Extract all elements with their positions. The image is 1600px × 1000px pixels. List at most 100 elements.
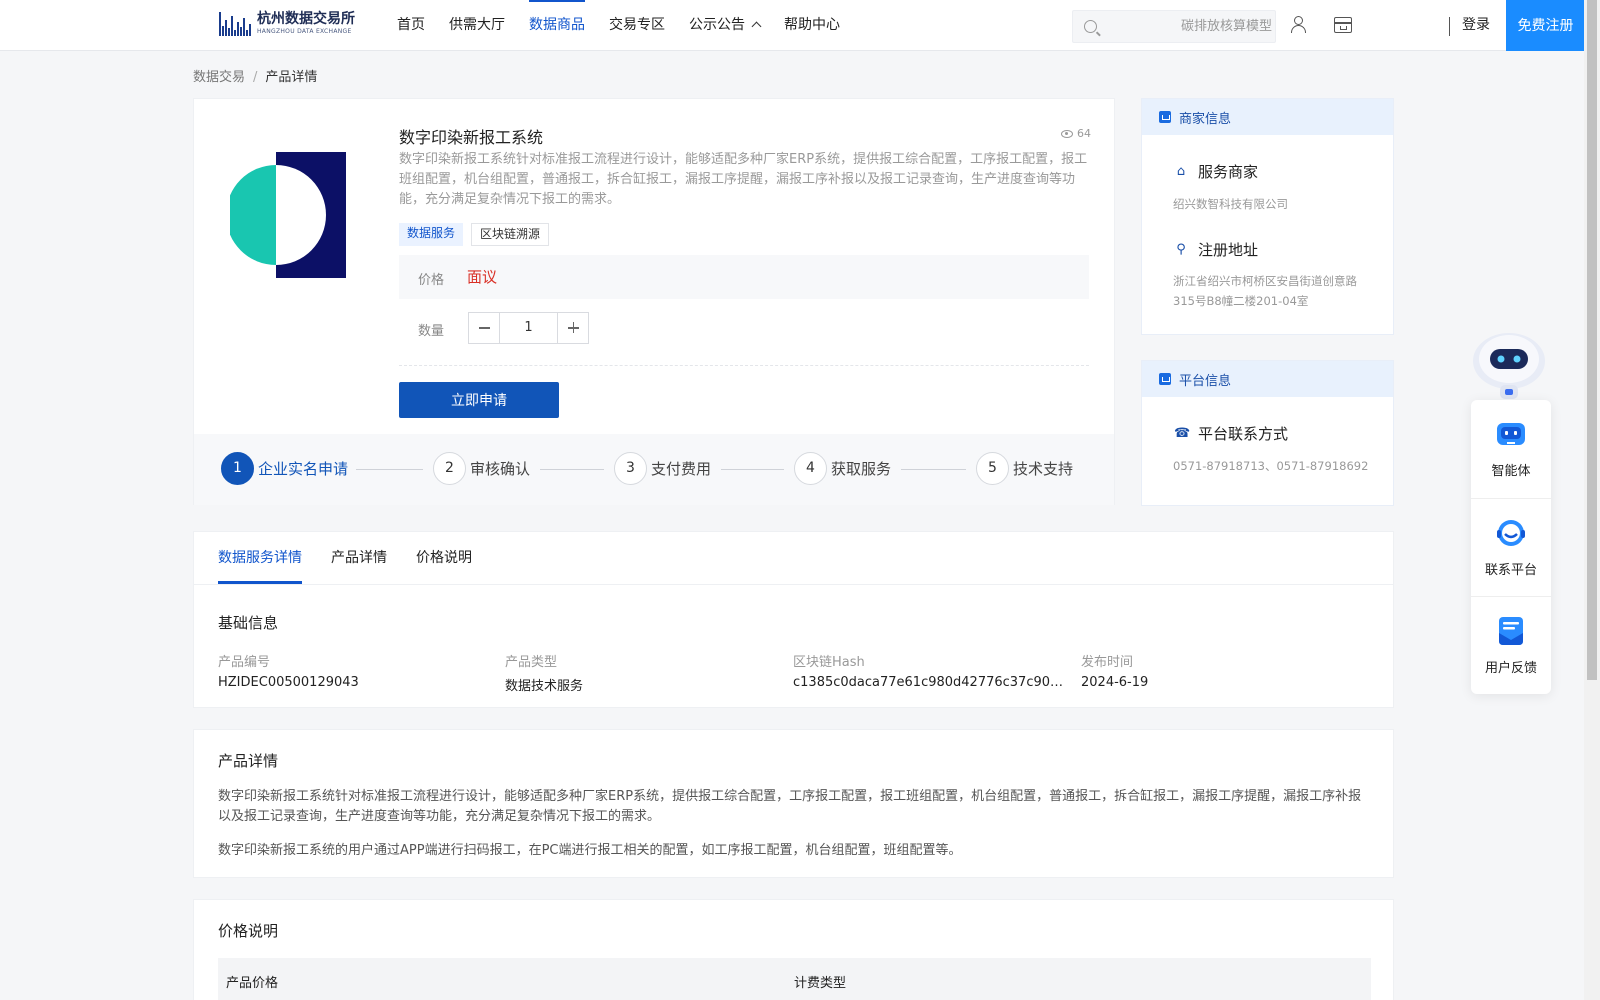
- price-explain-card: 价格说明 产品价格 计费类型: [193, 899, 1394, 1000]
- step-3-name: 支付费用: [651, 460, 712, 478]
- step-1-name: 企业实名申请: [258, 460, 349, 478]
- contact-title: ☎ 平台联系方式: [1174, 423, 1288, 444]
- platform-info-card: 平台信息 ☎ 平台联系方式 0571-87918713、0571-8791869…: [1141, 360, 1394, 506]
- nav-announcements-label: 公示公告: [689, 17, 745, 33]
- provider-name: 绍兴数智科技有限公司: [1173, 197, 1288, 211]
- info-label: 产品类型: [505, 655, 558, 670]
- product-detail-paragraph: 数字印染新报工系统的用户通过APP端进行扫码报工，在PC端进行报工相关的配置，如…: [218, 843, 962, 858]
- phone-icon: ☎: [1174, 426, 1191, 441]
- apply-now-button[interactable]: 立即申请: [399, 382, 559, 418]
- step-connector: [901, 469, 966, 470]
- quantity-decrease-button[interactable]: [469, 313, 500, 343]
- tab-data-service-detail[interactable]: 数据服务详情: [218, 532, 302, 584]
- detail-tabs-card: 数据服务详情 产品详情 价格说明 基础信息 产品编号 HZIDEC0050012…: [193, 531, 1394, 708]
- address-title: ⚲ 注册地址: [1174, 239, 1258, 260]
- merchant-info-title: 商家信息: [1179, 111, 1232, 127]
- user-icon[interactable]: [1290, 16, 1308, 34]
- price-value: 面议: [467, 268, 498, 286]
- logo-name-en: HANGZHOU DATA EXCHANGE: [257, 28, 352, 35]
- price-table-header: 产品价格 计费类型: [218, 958, 1371, 1000]
- search-input[interactable]: [1109, 11, 1274, 42]
- float-agent-label: 智能体: [1491, 464, 1531, 479]
- info-publish-date: 发布时间 2024-6-19: [1081, 651, 1148, 690]
- quantity-stepper: [468, 312, 589, 344]
- step-3-number: 3: [614, 452, 647, 485]
- info-label: 产品编号: [218, 655, 271, 670]
- product-detail-card: 产品详情 数字印染新报工系统针对标准报工流程进行设计，能够适配多种厂家ERP系统…: [193, 729, 1394, 878]
- site-logo[interactable]: 杭州数据交易所 HANGZHOU DATA EXCHANGE: [219, 11, 355, 36]
- logo-name-cn: 杭州数据交易所: [257, 11, 355, 27]
- nav-supply-demand[interactable]: 供需大厅: [449, 0, 505, 50]
- nav-trade-zone[interactable]: 交易专区: [609, 0, 665, 50]
- home-icon: ⌂: [1176, 164, 1186, 179]
- merchant-info-header: 商家信息: [1142, 99, 1393, 135]
- float-contact[interactable]: 联系平台: [1471, 498, 1551, 596]
- price-row: 价格 面议: [399, 255, 1089, 299]
- float-agent[interactable]: 智能体: [1471, 400, 1551, 498]
- nav-data-products[interactable]: 数据商品: [529, 0, 585, 50]
- float-feedback-label: 用户反馈: [1484, 661, 1537, 676]
- step-3: 3 支付费用: [614, 452, 711, 485]
- shop-icon[interactable]: [1334, 17, 1352, 33]
- step-connector: [721, 469, 784, 470]
- merchant-info-card: 商家信息 ⌂ 服务商家 绍兴数智科技有限公司 ⚲ 注册地址 浙江省绍兴市柯桥区安…: [1141, 98, 1394, 335]
- breadcrumb-separator: /: [253, 70, 258, 85]
- product-tags: 数据服务 区块链溯源: [399, 223, 550, 246]
- search-icon[interactable]: [1084, 20, 1097, 33]
- feedback-mail-icon: [1499, 617, 1523, 645]
- chevron-up-icon: [751, 21, 762, 32]
- scrollbar-thumb[interactable]: [1587, 0, 1597, 680]
- col-product-price: 产品价格: [226, 976, 279, 991]
- nav-help[interactable]: 帮助中心: [784, 0, 840, 50]
- address-label: 注册地址: [1198, 241, 1259, 259]
- price-label: 价格: [418, 273, 445, 288]
- eye-icon: [1061, 129, 1073, 138]
- view-count: 64: [1061, 127, 1091, 140]
- step-5: 5 技术支持: [976, 452, 1073, 485]
- step-connector: [540, 469, 604, 470]
- tab-product-detail[interactable]: 产品详情: [331, 532, 387, 584]
- breadcrumb-parent[interactable]: 数据交易: [193, 70, 245, 85]
- quantity-input[interactable]: [500, 313, 557, 343]
- tab-price-explain[interactable]: 价格说明: [416, 532, 472, 584]
- dashed-divider: [399, 365, 1089, 366]
- robot-assistant-icon[interactable]: [1470, 325, 1548, 403]
- address-text: 浙江省绍兴市柯桥区安昌街道创意路315号B8幢二楼201-04室: [1173, 274, 1357, 308]
- step-4-number: 4: [794, 452, 827, 485]
- location-pin-icon: ⚲: [1176, 242, 1186, 257]
- col-billing-type: 计费类型: [794, 976, 847, 991]
- info-value: c1385c0daca77e61c980d42776c37c9034...: [793, 675, 1068, 690]
- main-nav: 首页 供需大厅 数据商品 交易专区 公示公告 帮助中心: [397, 0, 864, 50]
- product-title: 数字印染新报工系统: [399, 128, 544, 147]
- contact-numbers: 0571-87918713、0571-87918692: [1173, 459, 1369, 473]
- nav-home[interactable]: 首页: [397, 0, 425, 50]
- float-feedback[interactable]: 用户反馈: [1471, 596, 1551, 694]
- provider-title: ⌂ 服务商家: [1174, 161, 1258, 182]
- top-header: 杭州数据交易所 HANGZHOU DATA EXCHANGE 首页 供需大厅 数…: [0, 0, 1585, 51]
- step-connector: [356, 469, 423, 470]
- step-4: 4 获取服务: [794, 452, 891, 485]
- tag-data-service: 数据服务: [399, 223, 464, 246]
- nav-announcements[interactable]: 公示公告: [689, 0, 762, 50]
- agent-bot-icon: [1497, 423, 1525, 445]
- info-product-type: 产品类型 数据技术服务: [505, 651, 583, 694]
- breadcrumb: 数据交易 / 产品详情: [193, 66, 317, 85]
- info-product-id: 产品编号 HZIDEC00500129043: [218, 651, 359, 690]
- logo-mark-icon: [219, 11, 251, 36]
- basic-info-title: 基础信息: [218, 614, 279, 632]
- quantity-label: 数量: [418, 324, 445, 339]
- breadcrumb-current: 产品详情: [265, 70, 318, 85]
- platform-info-header: 平台信息: [1142, 361, 1393, 397]
- info-label: 发布时间: [1081, 655, 1134, 670]
- info-value: HZIDEC00500129043: [218, 675, 359, 690]
- step-2-name: 审核确认: [470, 460, 531, 478]
- price-explain-title: 价格说明: [218, 922, 279, 940]
- header-divider: [1449, 17, 1450, 36]
- quantity-increase-button[interactable]: [557, 313, 588, 343]
- login-link[interactable]: 登录: [1462, 0, 1490, 51]
- register-button[interactable]: 免费注册: [1506, 0, 1585, 51]
- view-count-value: 64: [1077, 127, 1091, 140]
- info-value: 2024-6-19: [1081, 675, 1149, 690]
- floating-service-panel: 智能体 联系平台 用户反馈: [1471, 400, 1551, 694]
- headset-icon: [1497, 520, 1525, 546]
